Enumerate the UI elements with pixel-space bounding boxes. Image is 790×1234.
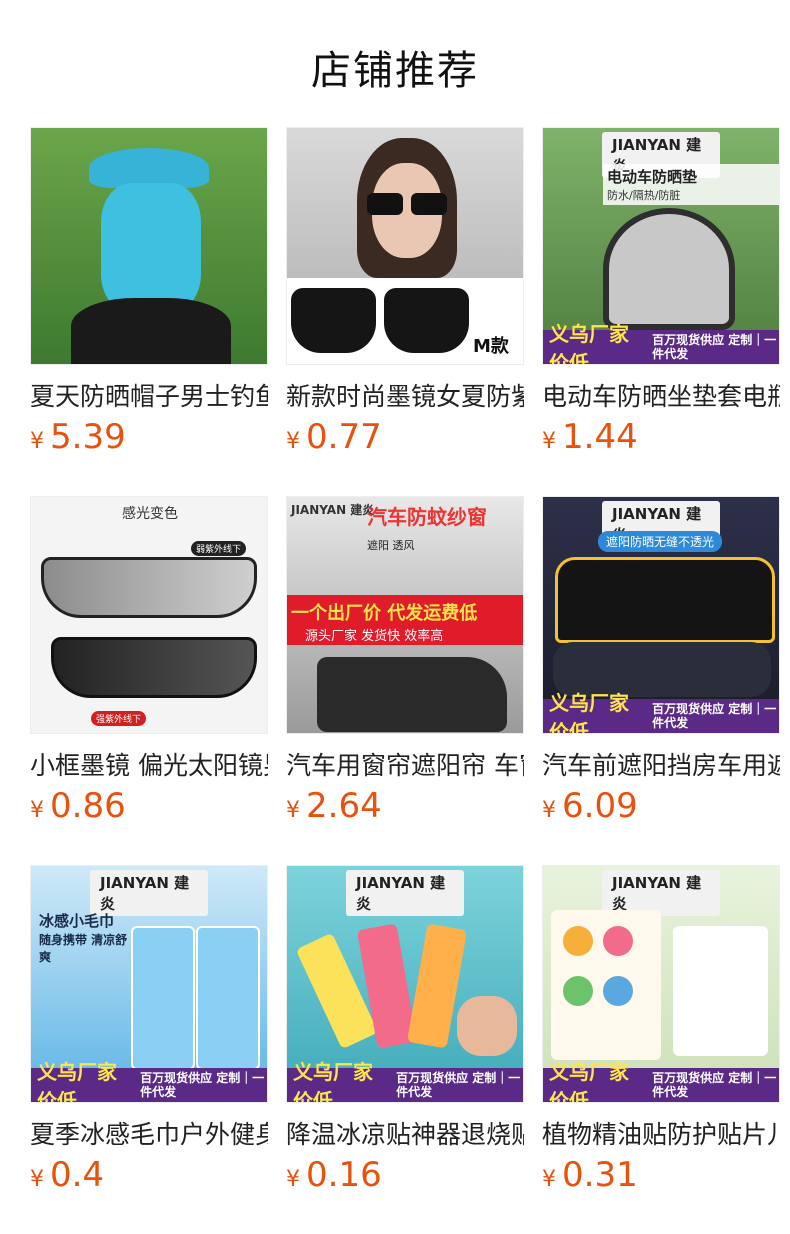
promo-badge-subtext: 百万现货供应 定制｜一件代发 [140,1071,265,1099]
product-image[interactable]: JIANYAN 建炎 汽车防蚊纱窗 遮阳 透风 一个出厂价 代发运费低 源头厂家… [286,496,524,734]
product-name[interactable]: 小框墨镜 偏光太阳镜男 [30,746,268,782]
product-image[interactable]: M款 [286,127,524,365]
product-image[interactable]: JIANYAN 建炎 遮阳防晒无缝不透光 义乌厂家价低百万现货供应 定制｜一件代… [542,496,780,734]
image-label: 遮阳防晒无缝不透光 [598,531,723,552]
image-strip: 一个出厂价 代发运费低 [291,603,478,624]
shop-recommend-page: 店铺推荐 夏天防晒帽子男士钓鱼面罩 ¥5.39 [0,0,790,1234]
currency-symbol: ¥ [30,1167,44,1192]
product-name[interactable]: 汽车前遮阳挡房车用遮 [542,746,780,782]
price-value: 6.09 [562,786,638,826]
product-price: ¥6.09 [542,786,638,826]
promo-badge-text: 义乌厂家价低 [549,691,629,734]
brand-logo: JIANYAN 建炎 [346,870,464,916]
page-title: 店铺推荐 [311,48,479,94]
image-label: 冰感小毛巾 [39,912,115,930]
promo-badge: 义乌厂家价低 百万现货供应 定制｜一件代发 [543,1060,779,1102]
product-name[interactable]: 电动车防晒坐垫套电瓶车 [542,377,780,413]
promo-badge-text: 义乌厂家价低 [293,1060,373,1103]
product-image[interactable]: JIANYAN 建炎 电动车防晒垫 防水/隔热/防脏 义乌厂家价低百万现货供应 … [542,127,780,365]
product-name[interactable]: 汽车用窗帘遮阳帘 车窗 [286,746,524,782]
image-label: 汽车防蚊纱窗 [367,505,487,529]
product-price: ¥0.77 [286,417,382,457]
promo-badge-text: 义乌厂家价低 [37,1060,117,1103]
product-image[interactable]: JIANYAN 建炎 冰感小毛巾 随身携带 清凉舒爽 义乌厂家价低 百万现货供应 … [30,865,268,1103]
product-price: ¥5.39 [30,417,126,457]
price-value: 0.77 [306,417,382,457]
currency-symbol: ¥ [286,1167,300,1192]
product-name[interactable]: 夏天防晒帽子男士钓鱼面罩 [30,377,268,413]
currency-symbol: ¥ [542,429,556,454]
image-strip-subtitle: 源头厂家 发货快 效率高 [305,629,444,644]
promo-badge: 义乌厂家价低 百万现货供应 定制｜一件代发 [31,1060,267,1102]
product-image[interactable]: JIANYAN 建炎 义乌厂家价低 百万现货供应 定制｜一件代发 [286,865,524,1103]
product-price: ¥0.31 [542,1155,638,1195]
product-price: ¥1.44 [542,417,638,457]
price-value: 1.44 [562,417,638,457]
product-image[interactable]: 感光变色 弱紫外线下 强紫外线下 [30,496,268,734]
product-image[interactable]: JIANYAN 建炎 义乌厂家价低 百万现货供应 定制｜一件代发 [542,865,780,1103]
price-value: 0.16 [306,1155,382,1195]
currency-symbol: ¥ [286,429,300,454]
promo-badge: 义乌厂家价低 百万现货供应 定制｜一件代发 [543,322,779,364]
image-subtitle: 防水/隔热/防脏 [607,189,681,202]
product-price: ¥0.86 [30,786,126,826]
product-price: ¥0.16 [286,1155,382,1195]
currency-symbol: ¥ [286,798,300,823]
image-subtitle: 遮阳 透风 [367,539,415,552]
promo-badge-subtext: 百万现货供应 定制｜一件代发 [396,1071,521,1099]
price-value: 2.64 [306,786,382,826]
price-value: 0.31 [562,1155,638,1195]
currency-symbol: ¥ [30,429,44,454]
product-image[interactable] [30,127,268,365]
product-name[interactable]: 夏季冰感毛巾户外健身 [30,1115,268,1151]
currency-symbol: ¥ [542,1167,556,1192]
price-value: 5.39 [50,417,126,457]
product-name[interactable]: 植物精油贴防护贴片儿童 [542,1115,780,1151]
promo-badge-text: 义乌厂家价低 [549,322,629,365]
promo-badge: 义乌厂家价低 百万现货供应 定制｜一件代发 [287,1060,523,1102]
image-tag: 强紫外线下 [91,711,147,726]
image-label: 感光变色 [122,506,178,522]
promo-badge-subtext: 百万现货供应 定制｜一件代发 [652,333,777,361]
product-price: ¥2.64 [286,786,382,826]
promo-badge-subtext: 百万现货供应 定制｜一件代发 [652,1071,777,1099]
image-label: 电动车防晒垫 [607,168,698,186]
product-name[interactable]: 新款时尚墨镜女夏防紫外线 [286,377,524,413]
product-price: ¥0.4 [30,1155,104,1195]
image-tag: 弱紫外线下 [191,541,247,556]
currency-symbol: ¥ [542,798,556,823]
image-label: M款 [473,336,509,357]
image-subtitle: 随身携带 清凉舒爽 [39,933,128,964]
promo-badge-subtext: 百万现货供应 定制｜一件代发 [652,702,777,730]
price-value: 0.86 [50,786,126,826]
product-name[interactable]: 降温冰凉贴神器退烧贴 [286,1115,524,1151]
currency-symbol: ¥ [30,798,44,823]
promo-badge: 义乌厂家价低 百万现货供应 定制｜一件代发 [543,691,779,733]
price-value: 0.4 [50,1155,105,1195]
brand-logo: JIANYAN 建炎 [291,503,375,517]
promo-badge-text: 义乌厂家价低 [549,1060,629,1103]
